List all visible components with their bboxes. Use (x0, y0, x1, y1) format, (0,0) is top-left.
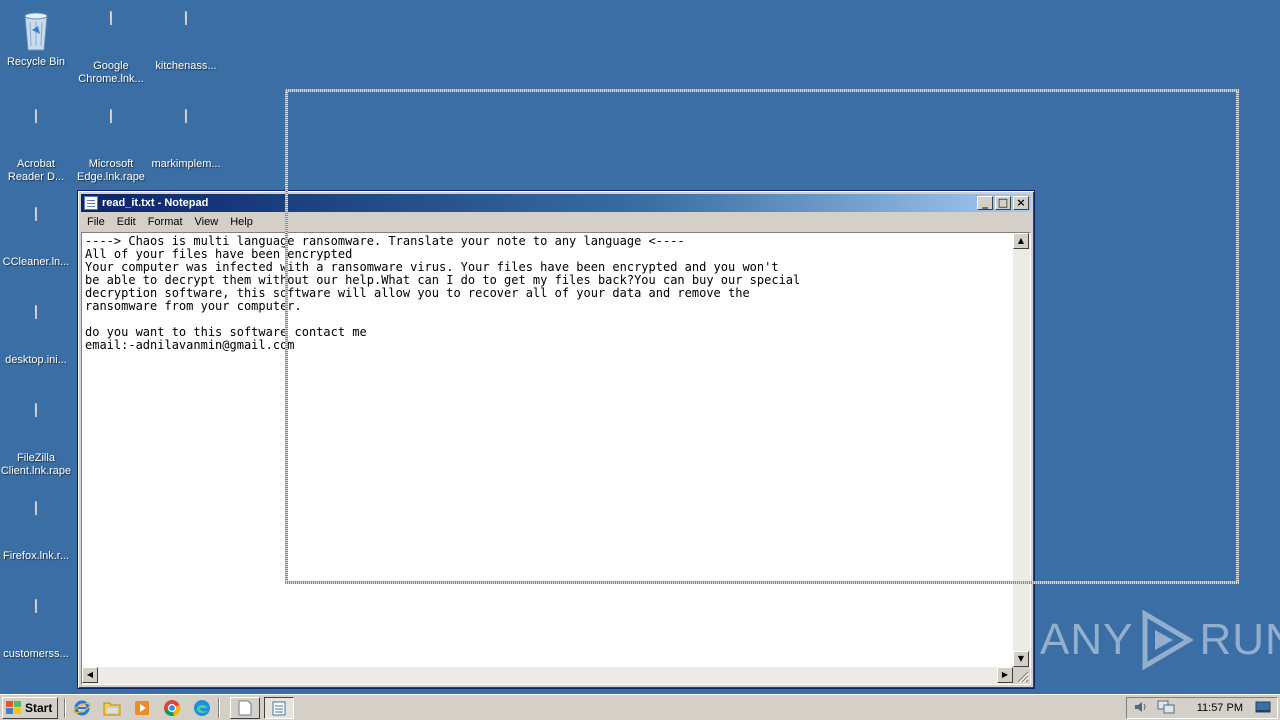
menu-format[interactable]: Format (142, 216, 189, 228)
anyrun-watermark: ANY RUN (1040, 610, 1280, 670)
taskbar-separator (218, 697, 221, 718)
taskbar-notepad-active[interactable] (264, 696, 295, 719)
desktop-icon-customerss[interactable]: customerss... (0, 599, 74, 661)
notepad-titlebar[interactable]: read_it.txt - Notepad _ □ × (81, 194, 1031, 212)
desktop-icon-label: Google Chrome.lnk... (78, 60, 144, 85)
document-icon (20, 305, 52, 350)
media-player-icon[interactable] (132, 698, 152, 718)
explorer-icon[interactable] (102, 698, 122, 718)
desktop-icon-label: customerss... (3, 648, 69, 660)
document-icon (170, 11, 202, 56)
notepad-icon (272, 701, 286, 715)
scroll-right-button[interactable]: ▶ (997, 667, 1013, 683)
document-icon (20, 109, 52, 154)
desktop-icon-microsoft-edge-lnk[interactable]: Microsoft Edge.lnk.rape (73, 109, 149, 184)
close-button[interactable]: × (1013, 196, 1029, 210)
desktop-icon-markimplem[interactable]: markimplem... (148, 109, 224, 171)
clock[interactable]: 11:57 PM (1197, 702, 1243, 714)
ie-icon[interactable] (72, 698, 92, 718)
document-icon (95, 11, 127, 56)
recycle-bin-icon (20, 8, 52, 52)
watermark-right-text: RUN (1199, 615, 1280, 664)
desktop-icon-label: kitchenass... (155, 60, 217, 72)
document-icon (20, 501, 52, 546)
desktop-icon-label: Recycle Bin (6, 56, 66, 68)
vertical-scrollbar[interactable]: ▲ ▼ (1013, 233, 1030, 667)
window-title: read_it.txt - Notepad (102, 197, 209, 209)
resize-grip-icon[interactable] (1013, 667, 1030, 684)
desktop-icon-label: markimplem... (151, 158, 221, 170)
desktop-icon-recycle-bin[interactable]: Recycle Bin (0, 8, 74, 69)
text-editor[interactable]: ----> Chaos is multi language ransomware… (81, 232, 1031, 685)
desktop-icon-label: CCleaner.ln... (2, 256, 70, 268)
notepad-icon (84, 196, 98, 210)
show-desktop-icon[interactable] (1255, 700, 1271, 717)
desktop-icon-ccleaner[interactable]: CCleaner.ln... (0, 207, 74, 269)
play-logo-icon (1142, 610, 1194, 670)
minimize-button[interactable]: _ (977, 196, 993, 210)
desktop-icon-acrobat-reader[interactable]: Acrobat Reader D... (0, 109, 74, 184)
desktop-icon-label: Firefox.lnk.r... (2, 550, 70, 562)
horizontal-scrollbar[interactable]: ◀ ▶ (82, 667, 1013, 684)
desktop-icon-label: FileZilla Client.lnk.rape (0, 452, 72, 477)
menu-view[interactable]: View (189, 216, 225, 228)
network-icon[interactable] (1157, 700, 1175, 717)
document-icon (20, 599, 52, 644)
document-icon (238, 700, 252, 715)
start-button[interactable]: Start (2, 696, 59, 719)
watermark-left-text: ANY (1040, 615, 1134, 664)
menu-file[interactable]: File (81, 216, 111, 228)
menubar: File Edit Format View Help (81, 213, 1031, 231)
desktop-icon-label: desktop.ini... (5, 354, 67, 366)
desktop-icon-label: Acrobat Reader D... (7, 158, 65, 183)
document-icon (20, 403, 52, 448)
windows-logo-icon (6, 700, 22, 715)
desktop-icon-desktop-ini[interactable]: desktop.ini... (0, 305, 74, 367)
document-icon (20, 207, 52, 252)
taskbar: Start 11:57 PM (0, 694, 1280, 720)
desktop-icon-label: Microsoft Edge.lnk.rape (77, 158, 145, 183)
desktop-icon-kitchenass[interactable]: kitchenass... (148, 11, 224, 73)
taskbar-separator (64, 697, 67, 718)
scroll-up-button[interactable]: ▲ (1013, 233, 1029, 249)
edge-icon[interactable] (192, 698, 212, 718)
menu-help[interactable]: Help (224, 216, 259, 228)
desktop-icon-google-chrome-lnk[interactable]: Google Chrome.lnk... (73, 11, 149, 86)
start-label: Start (25, 700, 53, 715)
note-content[interactable]: ----> Chaos is multi language ransomware… (85, 235, 1010, 664)
quick-launch (72, 698, 212, 718)
document-icon (95, 109, 127, 154)
system-tray: 11:57 PM (1125, 697, 1278, 719)
scroll-left-button[interactable]: ◀ (82, 667, 98, 683)
scroll-down-button[interactable]: ▼ (1013, 651, 1029, 667)
maximize-button[interactable]: □ (995, 196, 1011, 210)
chrome-icon[interactable] (162, 698, 182, 718)
menu-edit[interactable]: Edit (111, 216, 142, 228)
taskbar-notepad-inactive[interactable] (230, 696, 261, 719)
volume-icon[interactable] (1133, 700, 1149, 717)
desktop-icon-filezilla[interactable]: FileZilla Client.lnk.rape (0, 403, 74, 478)
notepad-window[interactable]: read_it.txt - Notepad _ □ × File Edit Fo… (77, 190, 1035, 689)
document-icon (170, 109, 202, 154)
desktop-icon-firefox[interactable]: Firefox.lnk.r... (0, 501, 74, 563)
